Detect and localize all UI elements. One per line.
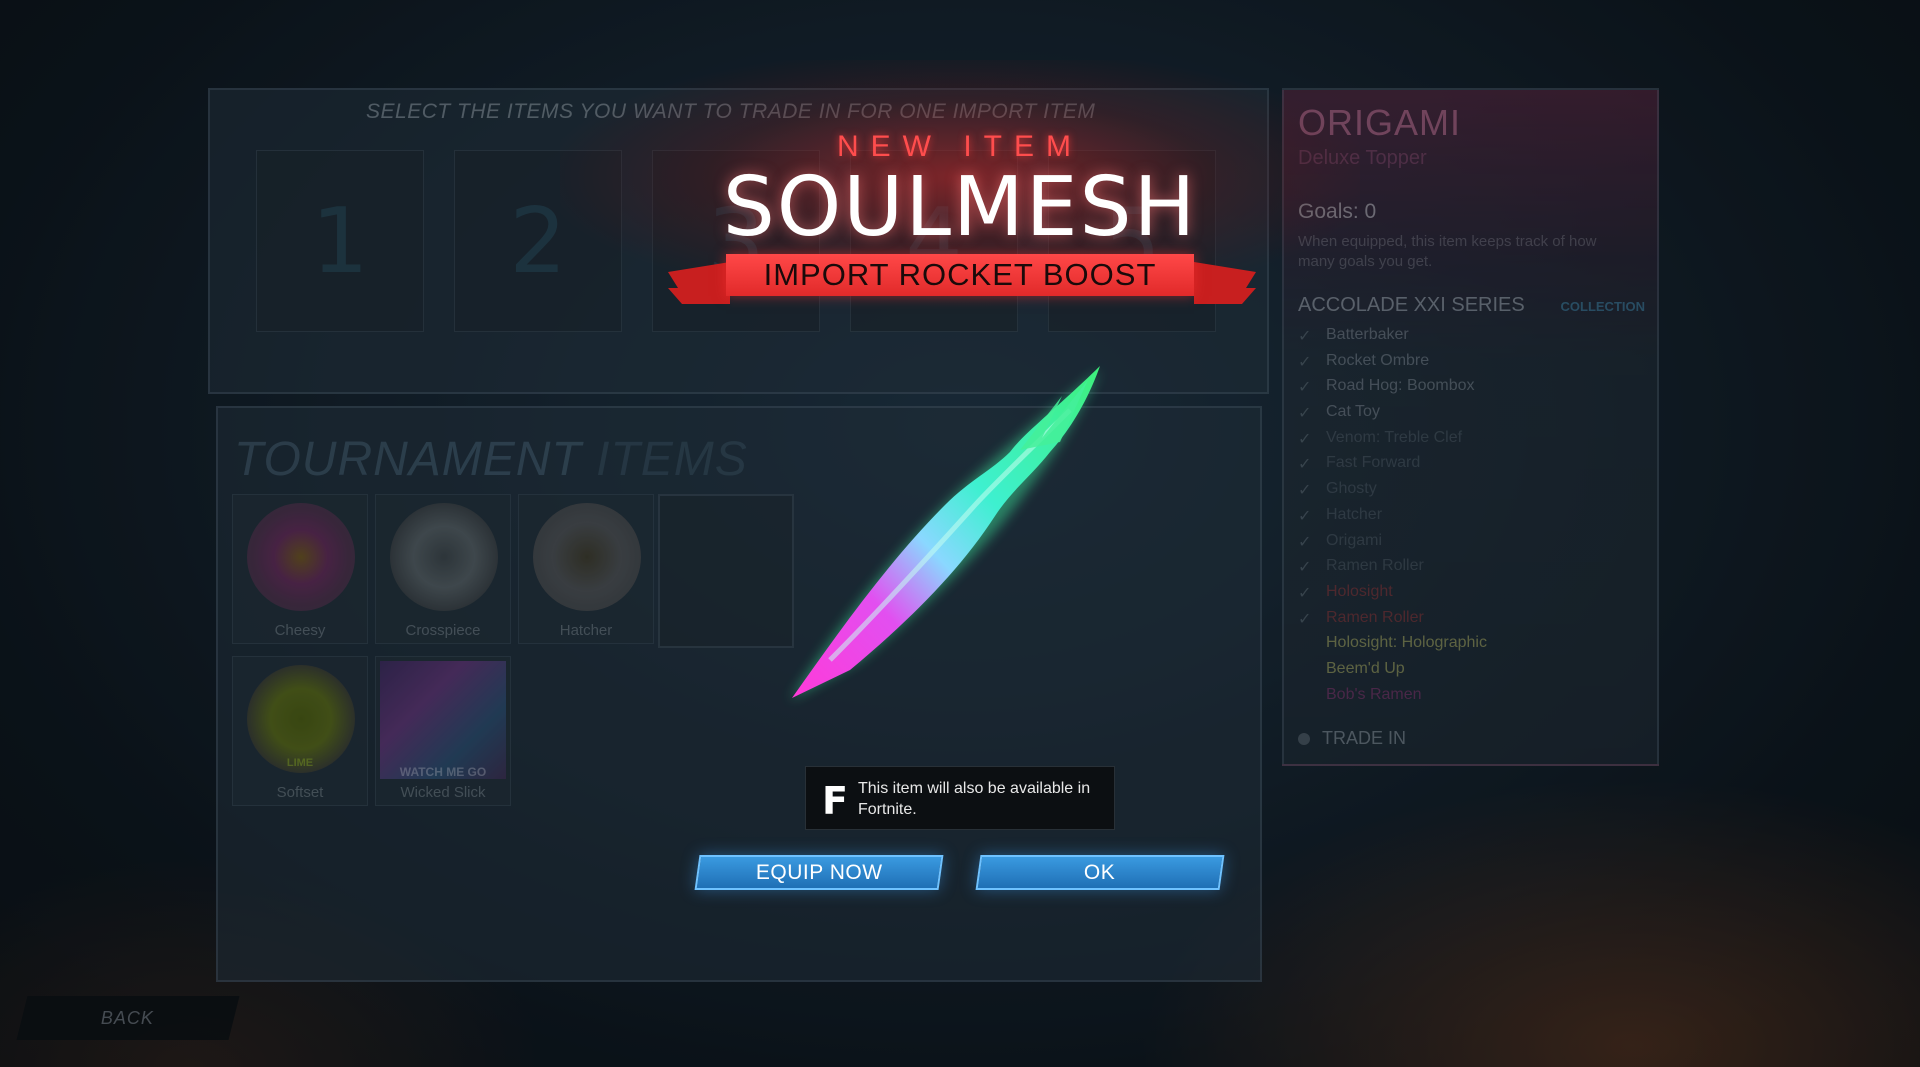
ok-button[interactable]: OK bbox=[975, 855, 1225, 890]
equip-now-button[interactable]: EQUIP NOW bbox=[694, 855, 944, 890]
new-item-heading: NEW ITEM bbox=[837, 130, 1083, 163]
fortnite-logo-icon: F bbox=[822, 779, 848, 823]
fortnite-notice-text: This item will also be available in Fort… bbox=[858, 780, 1091, 818]
fortnite-notice: F This item will also be available in Fo… bbox=[805, 766, 1115, 830]
item-type-ribbon: IMPORT ROCKET BOOST bbox=[726, 254, 1194, 296]
rocket-boost-icon bbox=[790, 366, 1100, 700]
ribbon-tail-right-icon bbox=[1194, 262, 1256, 304]
revealed-item-name: SOULMESH bbox=[722, 160, 1198, 255]
